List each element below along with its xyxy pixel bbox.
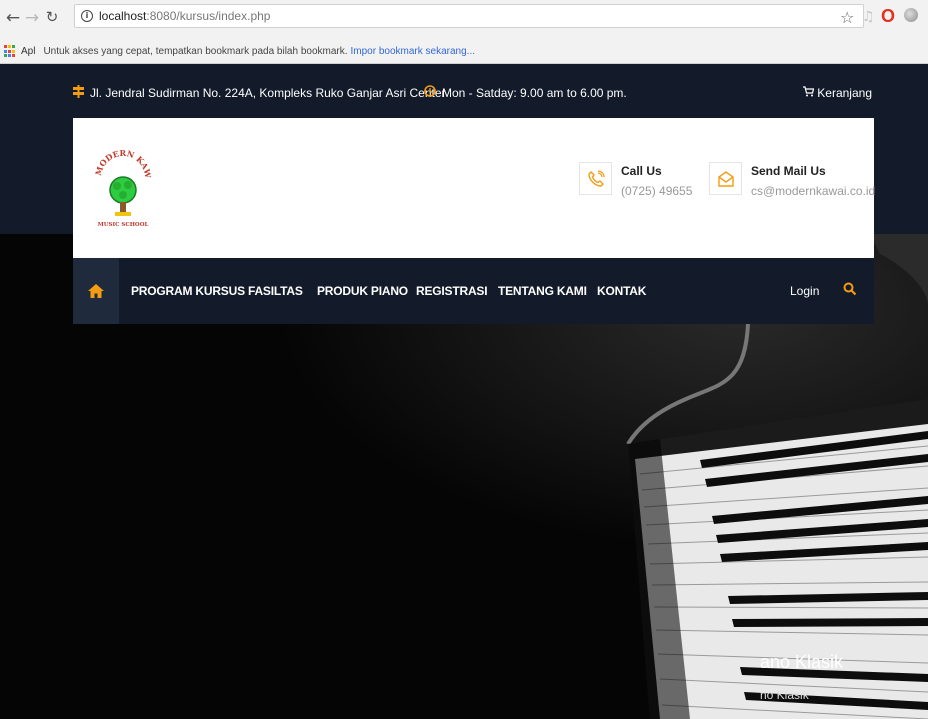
call-us-block[interactable]: Call Us (0725) 49655 — [579, 162, 692, 198]
address-info: Jl. Jendral Sudirman No. 224A, Kompleks … — [73, 83, 446, 103]
search-icon[interactable] — [843, 282, 859, 298]
nav-kontak[interactable]: KONTAK — [597, 258, 646, 324]
address-bar[interactable]: i localhost:8080/kursus/index.php — [74, 4, 864, 28]
extension-globe-icon[interactable] — [904, 8, 918, 22]
address-text: Jl. Jendral Sudirman No. 224A, Kompleks … — [90, 86, 446, 100]
cart-link[interactable]: Keranjang — [803, 83, 872, 103]
reload-icon[interactable]: ↻ — [42, 8, 62, 26]
apps-link[interactable]: Apl — [21, 46, 35, 57]
slide-title: ano Klasik — [760, 652, 844, 672]
hours-info: Mon - Satday: 9.00 am to 6.00 pm. — [424, 83, 627, 103]
opera-icon[interactable]: O — [881, 6, 895, 27]
browser-toolbar: ← → ↻ i localhost:8080/kursus/index.php … — [0, 0, 928, 40]
info-icon[interactable]: i — [81, 10, 93, 22]
cart-icon — [803, 86, 815, 100]
bookmarks-hint: Untuk akses yang cepat, tempatkan bookma… — [43, 46, 348, 57]
phone-icon — [579, 162, 612, 195]
back-icon[interactable]: ← — [3, 8, 23, 28]
phone-number[interactable]: (0725) 49655 — [621, 184, 692, 198]
bookmarks-bar: Apl Untuk akses yang cepat, tempatkan bo… — [0, 40, 928, 63]
url-host: localhost — [99, 9, 147, 23]
site-header: MODERN KAWAI MUSIC SCHOOL Call Us (0725)… — [73, 118, 875, 258]
url-path: :8080/kursus/index.php — [146, 9, 271, 23]
cart-label[interactable]: Keranjang — [817, 86, 872, 100]
nav-program-kursus[interactable]: PROGRAM KURSUS — [131, 258, 245, 324]
login-link[interactable]: Login — [790, 258, 819, 324]
mail-title: Send Mail Us — [751, 164, 826, 178]
nav-produk-piano[interactable]: PRODUK PIANO — [317, 258, 408, 324]
nav-registrasi[interactable]: REGISTRASI — [416, 258, 488, 324]
signpost-icon — [73, 84, 84, 102]
browser-chrome: ← → ↻ i localhost:8080/kursus/index.php … — [0, 0, 928, 64]
import-bookmarks-link[interactable]: Impor bookmark sekarang... — [351, 46, 476, 57]
extension-icon[interactable]: ♫ — [862, 9, 875, 25]
nav-fasiltas[interactable]: FASILTAS — [248, 258, 303, 324]
web-page: Jl. Jendral Sudirman No. 224A, Kompleks … — [0, 64, 928, 719]
envelope-icon — [709, 162, 742, 195]
slide-subtitle: no Klasik — [760, 688, 809, 702]
apps-grid-icon[interactable] — [4, 45, 17, 58]
nav-tentang-kami[interactable]: TENTANG KAMI — [498, 258, 587, 324]
call-title: Call Us — [621, 164, 662, 178]
forward-icon[interactable]: → — [22, 8, 42, 28]
clock-icon — [424, 85, 436, 101]
main-nav: PROGRAM KURSUS FASILTAS PRODUK PIANO REG… — [73, 258, 874, 324]
school-logo[interactable]: MODERN KAWAI MUSIC SCHOOL — [89, 140, 154, 232]
home-icon[interactable] — [73, 258, 119, 324]
email-address[interactable]: cs@modernkawai.co.id — [751, 184, 875, 198]
hours-text: Mon - Satday: 9.00 am to 6.00 pm. — [442, 86, 627, 100]
logo-caption: MUSIC SCHOOL — [98, 222, 149, 228]
mail-us-block[interactable]: Send Mail Us cs@modernkawai.co.id — [709, 162, 875, 198]
logo-arc-text: MODERN KAWAI — [89, 140, 154, 180]
bookmark-star-icon[interactable]: ☆ — [840, 8, 854, 27]
svg-text:MODERN KAWAI: MODERN KAWAI — [93, 148, 153, 180]
